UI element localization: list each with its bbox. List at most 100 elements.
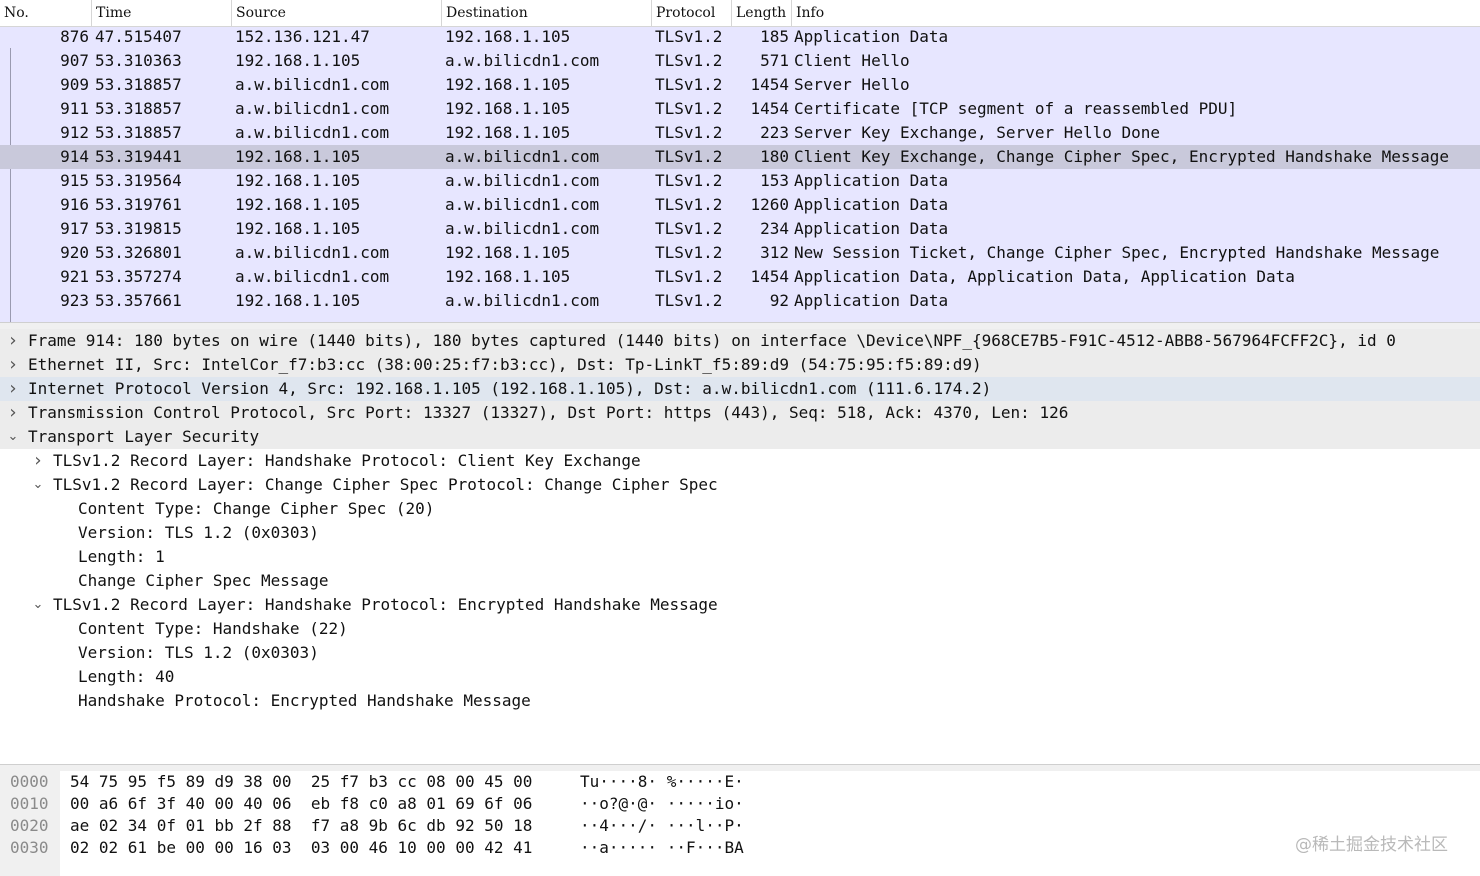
- packet-row[interactable]: 907 53.310363 192.168.1.105 a.w.bilicdn1.co…: [0, 49, 1480, 73]
- tree-item[interactable]: › Ethernet II, Src: IntelCor_f7:b3:cc (38…: [0, 353, 1480, 377]
- bytes-row[interactable]: 0030 02 02 61 be 00 00 16 03 03 00 46 10 …: [0, 837, 1480, 859]
- chevron-right-icon[interactable]: ›: [6, 401, 20, 425]
- tree-item[interactable]: Length: 40: [0, 665, 1480, 689]
- packet-destination: 192.168.1.105: [445, 75, 571, 94]
- tree-item[interactable]: Change Cipher Spec Message: [0, 569, 1480, 593]
- packet-source: a.w.bilicdn1.com: [235, 267, 390, 286]
- packet-destination: a.w.bilicdn1.com: [445, 51, 600, 70]
- packet-row[interactable]: 876 47.515407 152.136.121.47 192.168.1.105 T…: [0, 25, 1480, 49]
- packet-length: 234: [760, 219, 789, 238]
- packet-info: Application Data: [794, 171, 949, 190]
- tree-item[interactable]: ⌄ TLSv1.2 Record Layer: Handshake Protoco…: [0, 593, 1480, 617]
- packet-protocol: TLSv1.2: [655, 171, 723, 190]
- tree-item[interactable]: › Frame 914: 180 bytes on wire (1440 bits…: [0, 329, 1480, 353]
- tree-item-label: TLSv1.2 Record Layer: Handshake Protocol…: [53, 595, 718, 614]
- byte-ascii: ··o?@·@· ·····io·: [580, 794, 744, 813]
- tree-item-label: Transmission Control Protocol, Src Port:…: [28, 403, 1069, 422]
- tree-item[interactable]: › TLSv1.2 Record Layer: Handshake Protoco…: [0, 449, 1480, 473]
- bytes-row[interactable]: 0010 00 a6 6f 3f 40 00 40 06 eb f8 c0 a8 …: [0, 793, 1480, 815]
- packet-time: 53.310363: [95, 51, 182, 70]
- packet-info: New Session Ticket, Change Cipher Spec, …: [794, 243, 1440, 262]
- packet-time: 53.326801: [95, 243, 182, 262]
- tree-item[interactable]: › Internet Protocol Version 4, Src: 192.1…: [0, 377, 1480, 401]
- packet-row[interactable]: 911 53.318857 a.w.bilicdn1.com 192.168.1.10…: [0, 97, 1480, 121]
- packet-time: 53.319761: [95, 195, 182, 214]
- packet-source: a.w.bilicdn1.com: [235, 243, 390, 262]
- packet-protocol: TLSv1.2: [655, 75, 723, 94]
- chevron-down-icon[interactable]: ⌄: [6, 425, 20, 449]
- tree-item-label: Version: TLS 1.2 (0x0303): [78, 643, 319, 662]
- tree-item-label: Internet Protocol Version 4, Src: 192.16…: [28, 379, 992, 398]
- bytes-row[interactable]: 0020 ae 02 34 0f 01 bb 2f 88 f7 a8 9b 6c …: [0, 815, 1480, 837]
- packet-row[interactable]: 921 53.357274 a.w.bilicdn1.com 192.168.1.10…: [0, 265, 1480, 289]
- packet-protocol: TLSv1.2: [655, 267, 723, 286]
- packet-info: Client Hello: [794, 51, 910, 70]
- tree-item-label: Handshake Protocol: Encrypted Handshake …: [78, 691, 531, 710]
- column-length[interactable]: Length: [732, 0, 792, 26]
- column-no[interactable]: No.: [0, 0, 92, 26]
- packet-destination: 192.168.1.105: [445, 123, 571, 142]
- chevron-right-icon[interactable]: ›: [6, 377, 20, 401]
- bytes-row[interactable]: 0000 54 75 95 f5 89 d9 38 00 25 f7 b3 cc …: [0, 771, 1480, 793]
- tree-item-label: Length: 1: [78, 547, 165, 566]
- chevron-right-icon[interactable]: ›: [31, 449, 45, 473]
- packet-row[interactable]: 915 53.319564 192.168.1.105 a.w.bilicdn1.co…: [0, 169, 1480, 193]
- packet-destination: a.w.bilicdn1.com: [445, 291, 600, 310]
- packet-length: 312: [760, 243, 789, 262]
- packet-no: 921: [60, 267, 89, 286]
- packet-row[interactable]: 909 53.318857 a.w.bilicdn1.com 192.168.1.10…: [0, 73, 1480, 97]
- packet-destination: 192.168.1.105: [445, 99, 571, 118]
- chevron-down-icon[interactable]: ⌄: [31, 473, 45, 497]
- packet-source: 192.168.1.105: [235, 195, 361, 214]
- tree-item[interactable]: Handshake Protocol: Encrypted Handshake …: [0, 689, 1480, 713]
- packet-list[interactable]: No. Time Source Destination Protocol Len…: [0, 0, 1480, 322]
- tree-item[interactable]: ⌄ TLSv1.2 Record Layer: Change Cipher Spe…: [0, 473, 1480, 497]
- packet-source: a.w.bilicdn1.com: [235, 75, 390, 94]
- tree-item[interactable]: Content Type: Change Cipher Spec (20): [0, 497, 1480, 521]
- packet-no: 920: [60, 243, 89, 262]
- chevron-right-icon[interactable]: ›: [6, 353, 20, 377]
- tree-item-label: TLSv1.2 Record Layer: Handshake Protocol…: [53, 451, 641, 470]
- packet-time: 53.318857: [95, 75, 182, 94]
- column-source[interactable]: Source: [232, 0, 442, 26]
- column-destination[interactable]: Destination: [442, 0, 652, 26]
- column-info[interactable]: Info: [792, 0, 1480, 26]
- packet-time: 47.515407: [95, 27, 182, 46]
- packet-time: 53.318857: [95, 123, 182, 142]
- packet-row[interactable]: 912 53.318857 a.w.bilicdn1.com 192.168.1.10…: [0, 121, 1480, 145]
- packet-length: 153: [760, 171, 789, 190]
- tree-item[interactable]: Version: TLS 1.2 (0x0303): [0, 521, 1480, 545]
- packet-length: 1260: [750, 195, 789, 214]
- packet-protocol: TLSv1.2: [655, 147, 723, 166]
- packet-no: 907: [60, 51, 89, 70]
- packet-info: Server Key Exchange, Server Hello Done: [794, 123, 1161, 142]
- packet-row[interactable]: 920 53.326801 a.w.bilicdn1.com 192.168.1.10…: [0, 241, 1480, 265]
- packet-row[interactable]: 923 53.357661 192.168.1.105 a.w.bilicdn1.co…: [0, 289, 1480, 313]
- tree-item-label: Content Type: Change Cipher Spec (20): [78, 499, 435, 518]
- tree-item[interactable]: › Transmission Control Protocol, Src Port…: [0, 401, 1480, 425]
- packet-info: Client Key Exchange, Change Cipher Spec,…: [794, 147, 1450, 166]
- byte-hex: 54 75 95 f5 89 d9 38 00 25 f7 b3 cc 08 0…: [70, 772, 533, 791]
- packet-source: 192.168.1.105: [235, 147, 361, 166]
- byte-hex: 00 a6 6f 3f 40 00 40 06 eb f8 c0 a8 01 6…: [70, 794, 533, 813]
- packet-no: 912: [60, 123, 89, 142]
- packet-row[interactable]: 917 53.319815 192.168.1.105 a.w.bilicdn1.co…: [0, 217, 1480, 241]
- packet-details: › Frame 914: 180 bytes on wire (1440 bits…: [0, 329, 1480, 764]
- packet-destination: a.w.bilicdn1.com: [445, 195, 600, 214]
- tree-item[interactable]: Version: TLS 1.2 (0x0303): [0, 641, 1480, 665]
- packet-destination: a.w.bilicdn1.com: [445, 219, 600, 238]
- packet-time: 53.357661: [95, 291, 182, 310]
- column-protocol[interactable]: Protocol: [652, 0, 732, 26]
- packet-source: 192.168.1.105: [235, 291, 361, 310]
- column-time[interactable]: Time: [92, 0, 232, 26]
- tree-item[interactable]: ⌄ Transport Layer Security: [0, 425, 1480, 449]
- tree-item[interactable]: Content Type: Handshake (22): [0, 617, 1480, 641]
- packet-row[interactable]: 914 53.319441 192.168.1.105 a.w.bilicdn1.co…: [0, 145, 1480, 169]
- chevron-right-icon[interactable]: ›: [6, 329, 20, 353]
- packet-source: 192.168.1.105: [235, 219, 361, 238]
- chevron-down-icon[interactable]: ⌄: [31, 593, 45, 617]
- packet-source: 192.168.1.105: [235, 171, 361, 190]
- packet-row[interactable]: 916 53.319761 192.168.1.105 a.w.bilicdn1.co…: [0, 193, 1480, 217]
- tree-item[interactable]: Length: 1: [0, 545, 1480, 569]
- packet-no: 917: [60, 219, 89, 238]
